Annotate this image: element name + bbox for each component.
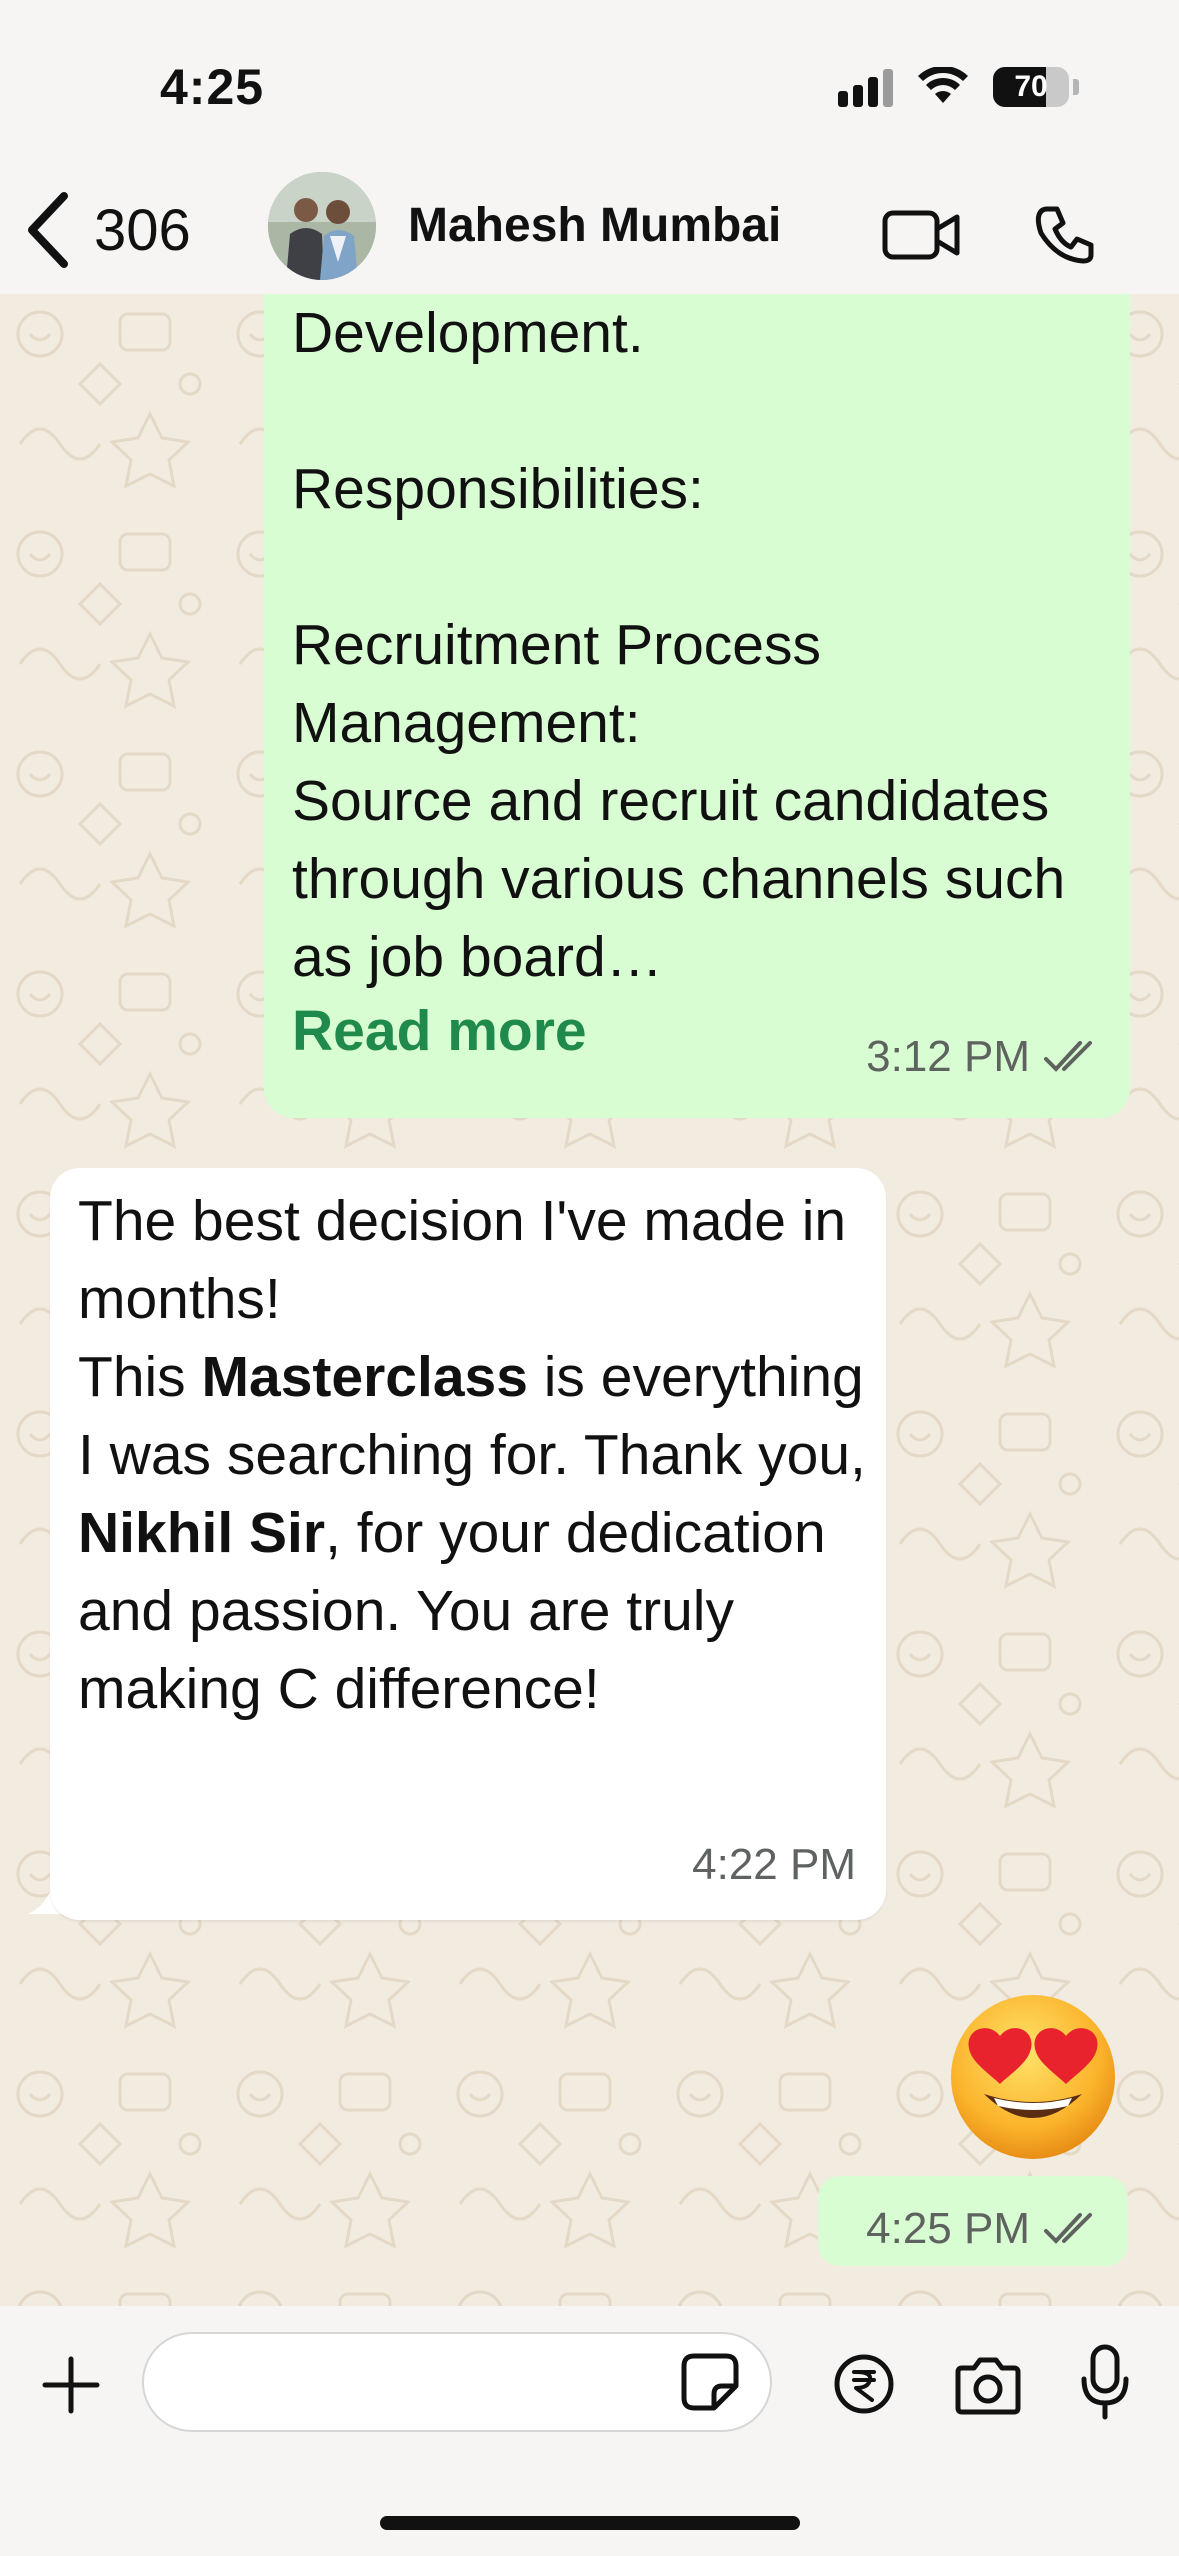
video-call-icon <box>882 210 960 260</box>
sticker-icon <box>681 2353 739 2411</box>
outgoing-message-bubble[interactable]: 4:25 PM <box>818 2176 1128 2266</box>
bold-text: Nikhil Sir <box>78 1501 326 1565</box>
phone-call-icon <box>1035 206 1094 264</box>
message-meta: 4:25 PM <box>866 2190 1102 2268</box>
read-more-link[interactable]: Read more <box>292 992 587 1070</box>
composer-bar <box>0 2306 1179 2556</box>
chat-header: 306 Mahesh Mumbai <box>0 170 1179 294</box>
cellular-signal-icon <box>838 67 893 107</box>
camera-icon <box>955 2357 1021 2415</box>
home-indicator <box>380 2516 800 2530</box>
avatar[interactable] <box>268 172 376 280</box>
chat-area[interactable]: Development. Responsibilities: Recruitme… <box>0 294 1179 2306</box>
heart-eyes-emoji-icon[interactable] <box>948 1992 1118 2162</box>
rupee-payment-icon <box>834 2354 894 2414</box>
payment-button[interactable] <box>826 2346 902 2422</box>
contact-photo <box>268 172 376 280</box>
message-time: 3:12 PM <box>866 1032 1030 1081</box>
voice-call-button[interactable] <box>1020 190 1110 280</box>
battery-icon: 70 <box>993 67 1069 107</box>
back-chevron-icon <box>28 192 68 268</box>
contact-name[interactable]: Mahesh Mumbai <box>408 198 781 253</box>
video-call-button[interactable] <box>876 190 966 280</box>
double-check-icon <box>1044 2213 1092 2244</box>
double-check-icon <box>1044 1041 1092 1072</box>
plus-icon <box>42 2356 100 2414</box>
message-text: Development. Responsibilities: Recruitme… <box>292 301 1066 989</box>
camera-button[interactable] <box>948 2348 1028 2424</box>
message-time: 4:25 PM <box>866 2204 1030 2253</box>
message-line: The best decision I've made in months! <box>78 1189 847 1331</box>
bold-text: Masterclass <box>201 1345 528 1409</box>
attach-button[interactable] <box>36 2350 106 2420</box>
microphone-icon <box>1081 2344 1129 2420</box>
message-text: The best decision I've made in months! T… <box>78 1182 878 1728</box>
status-bar: 4:25 70 <box>0 0 1179 170</box>
outgoing-message-bubble[interactable]: Development. Responsibilities: Recruitme… <box>264 294 1130 1118</box>
wifi-icon <box>918 67 968 103</box>
battery-level: 70 <box>1014 70 1048 103</box>
message-meta: 3:12 PM <box>866 1018 1102 1096</box>
status-time: 4:25 <box>160 59 265 115</box>
microphone-button[interactable] <box>1072 2340 1138 2426</box>
message-time: 4:22 PM <box>692 1840 856 1889</box>
incoming-message-bubble[interactable]: The best decision I've made in months! T… <box>50 1168 886 1920</box>
sticker-button[interactable] <box>674 2346 746 2418</box>
message-line: This <box>78 1345 202 1409</box>
unread-count: 306 <box>94 197 191 263</box>
status-indicators: 70 <box>838 62 1079 112</box>
back-button[interactable]: 306 <box>24 180 191 280</box>
message-meta: 4:22 PM <box>692 1826 856 1904</box>
